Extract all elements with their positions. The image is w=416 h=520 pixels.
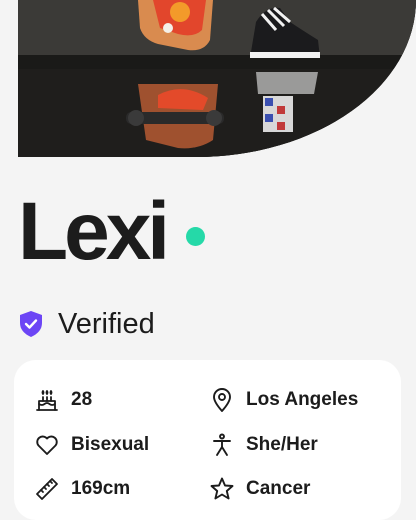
attribute-height: 169cm (34, 474, 130, 504)
attribute-age: 28 (34, 385, 92, 415)
attribute-pronouns-value: She/Her (246, 434, 318, 455)
star-icon (210, 477, 234, 500)
attribute-zodiac: Cancer (209, 474, 310, 504)
map-pin-icon (213, 388, 231, 412)
online-status-dot (186, 226, 206, 246)
verified-shield-icon (20, 311, 42, 337)
attribute-location: Los Angeles (209, 385, 358, 415)
attribute-height-value: 169cm (71, 478, 131, 499)
profile-photo[interactable] (18, 0, 416, 157)
name-row: Lexi (18, 186, 206, 277)
attribute-pronouns: She/Her (209, 430, 318, 460)
verified-badge: Verified (18, 304, 155, 344)
person-icon (213, 433, 231, 456)
attribute-orientation-value: Bisexual (71, 434, 150, 455)
ruler-icon (36, 478, 58, 500)
profile-details-card: 28 Los Angeles Bisexual She/Her 169cm Ca… (14, 360, 401, 520)
verified-label: Verified (58, 307, 155, 340)
attribute-location-value: Los Angeles (246, 389, 359, 410)
attribute-orientation: Bisexual (34, 430, 149, 460)
attribute-zodiac-value: Cancer (246, 478, 311, 499)
profile-name: Lexi (18, 186, 170, 277)
attribute-age-value: 28 (71, 389, 93, 410)
heart-icon (36, 435, 58, 455)
birthday-cake-icon (36, 390, 58, 411)
